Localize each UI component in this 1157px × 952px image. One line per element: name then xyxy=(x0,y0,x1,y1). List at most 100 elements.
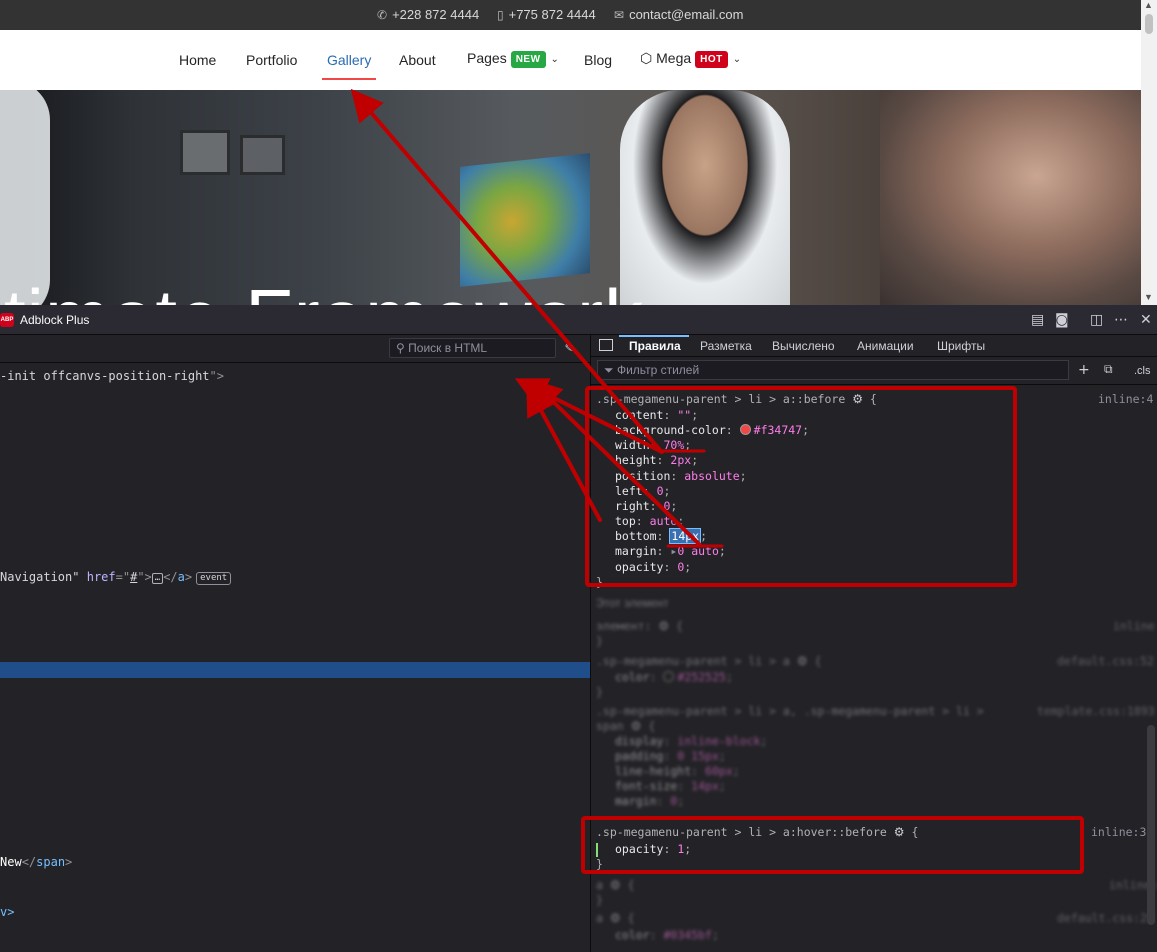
email-contact[interactable]: ✉ contact@email.com xyxy=(614,7,743,22)
nav-home-label: Home xyxy=(179,52,217,68)
envelope-icon: ✉ xyxy=(614,8,625,22)
hover-selector-text: .sp-megamenu-parent > li > a:hover::befo… xyxy=(596,825,887,839)
html-line[interactable]: Navigation" href="#">… </a> event xyxy=(0,570,232,585)
nav-item-pages[interactable]: Pages NEW ⌄ xyxy=(467,50,559,68)
declaration: padding: 0 15px; xyxy=(615,749,726,763)
event-badge[interactable]: event xyxy=(196,572,232,585)
tab-layout[interactable]: Разметка xyxy=(700,339,752,353)
declaration[interactable]: margin: ▸0 auto; xyxy=(615,544,726,558)
hover-rule-source[interactable]: inline:30 xyxy=(1091,825,1153,839)
blur-rule2-selector: .sp-megamenu-parent > li > a ⚙ { xyxy=(596,654,822,668)
codepen-icon: ⬡ xyxy=(640,51,653,67)
declaration[interactable]: content: ""; xyxy=(615,408,698,422)
new-badge: NEW xyxy=(510,51,546,68)
scroll-down-icon[interactable]: ▼ xyxy=(1144,292,1153,302)
tab-fonts[interactable]: Шрифты xyxy=(937,339,985,353)
element-rule: элемент: ⚙ { xyxy=(596,619,683,633)
eyedropper-icon[interactable]: ✎ xyxy=(565,340,573,356)
nav-item-about[interactable]: About xyxy=(399,52,436,68)
inline-editor-value[interactable]: 14px xyxy=(669,528,702,544)
hero-person-center xyxy=(620,90,790,305)
nav-item-blog[interactable]: Blog xyxy=(584,52,612,68)
gear-icon[interactable]: ⚙ xyxy=(852,392,863,406)
cls-toggle[interactable]: .cls xyxy=(1134,365,1151,377)
pseudo-class-icon[interactable]: ⧉ xyxy=(1104,362,1113,377)
declaration[interactable]: left: 0; xyxy=(615,484,670,498)
tab-rules[interactable]: Правила xyxy=(629,339,681,353)
declaration[interactable]: opacity: 0; xyxy=(615,560,691,574)
email-text: contact@email.com xyxy=(629,7,744,22)
html-search-placeholder: Поиск в HTML xyxy=(408,341,488,355)
phone-contact-2[interactable]: ▯ +775 872 4444 xyxy=(497,7,596,22)
close-icon[interactable]: ✕ xyxy=(1140,312,1152,328)
declaration-editing[interactable]: bottom: 14px; xyxy=(615,528,707,544)
nav-mega-label: Mega xyxy=(656,50,692,66)
rules-scrollbar[interactable] xyxy=(1147,725,1155,925)
blur-rule3-selector2: span ⚙ { xyxy=(596,719,656,733)
declaration[interactable]: right: 0; xyxy=(615,499,677,513)
filter-icon: ⏷ xyxy=(604,363,614,377)
style-filter-input[interactable]: ⏷ Фильтр стилей xyxy=(597,360,1069,380)
nav-item-gallery[interactable]: Gallery xyxy=(322,52,377,80)
html-line[interactable]: v> xyxy=(0,905,14,919)
filter-placeholder: Фильтр стилей xyxy=(616,363,700,377)
declaration[interactable]: opacity: 1; xyxy=(615,842,691,856)
rule-selector[interactable]: .sp-megamenu-parent > li > a::before ⚙ { xyxy=(596,392,877,406)
blur-rule3-source: template.css:1893 xyxy=(1037,704,1155,718)
hero-map-screen xyxy=(460,153,590,287)
declaration[interactable]: height: 2px; xyxy=(615,453,698,467)
declaration: color: #252525; xyxy=(615,670,733,684)
collapsed-children-icon[interactable]: … xyxy=(151,573,164,584)
selected-node-row[interactable] xyxy=(0,662,590,678)
hero-monitor-2 xyxy=(240,135,285,175)
nav-item-home[interactable]: Home xyxy=(179,52,216,68)
tab-computed[interactable]: Вычислено xyxy=(772,339,835,353)
scroll-up-icon[interactable]: ▲ xyxy=(1144,0,1153,10)
gear-icon[interactable]: ⚙ xyxy=(894,825,905,839)
html-line[interactable]: -init offcanvs-position-right"> xyxy=(0,369,224,383)
html-line[interactable]: New</span> xyxy=(0,855,72,869)
add-rule-icon[interactable]: + xyxy=(1078,362,1090,378)
nav-gallery-label: Gallery xyxy=(327,52,372,68)
declaration[interactable]: background-color: #f34747; xyxy=(615,423,809,437)
camera-icon[interactable]: ◙ xyxy=(1055,312,1069,328)
search-icon: ⚲ xyxy=(396,341,405,355)
page-scrollbar[interactable]: ▲ ▼ xyxy=(1141,0,1157,305)
clipboard-icon[interactable]: ▤ xyxy=(1031,312,1044,328)
toggle-panel-icon[interactable] xyxy=(599,339,613,351)
declaration: font-size: 14px; xyxy=(615,779,726,793)
devtools-toolbar: ABP Adblock Plus ▤ ◙ ◫ ⋯ ✕ xyxy=(0,305,1157,335)
main-navigation: Home Portfolio Gallery About Pages NEW ⌄ B… xyxy=(0,30,1141,90)
mobile-icon: ▯ xyxy=(497,8,504,22)
declaration: margin: 0; xyxy=(615,794,685,808)
nav-item-mega[interactable]: ⬡ Mega HOT ⌄ xyxy=(640,50,741,68)
hero-monitor-1 xyxy=(180,130,230,175)
hero-banner: timate Framework xyxy=(0,90,1141,305)
declaration[interactable]: position: absolute; xyxy=(615,469,747,483)
extension-tab-label[interactable]: Adblock Plus xyxy=(20,313,89,327)
phone-contact-1[interactable]: ✆ +228 872 4444 xyxy=(377,7,479,22)
adblock-plus-icon: ABP xyxy=(0,313,14,327)
nav-item-portfolio[interactable]: Portfolio xyxy=(246,52,297,68)
html-search-bar: ⚲ Поиск в HTML ✎ xyxy=(0,335,590,363)
declaration[interactable]: top: auto; xyxy=(615,514,684,528)
tab-animations[interactable]: Анимации xyxy=(857,339,914,353)
html-text-node: New xyxy=(0,855,22,869)
html-search-input[interactable]: ⚲ Поиск в HTML xyxy=(389,338,556,358)
html-closing-tag: span xyxy=(36,855,66,869)
hover-rule-selector[interactable]: .sp-megamenu-parent > li > a:hover::befo… xyxy=(596,825,918,839)
blur-rule2-source: default.css:52 xyxy=(1057,654,1154,668)
color-swatch[interactable] xyxy=(739,424,751,435)
phone-icon: ✆ xyxy=(377,8,388,22)
blur-rule5: a ⚙ { xyxy=(596,911,635,925)
declaration[interactable]: width: 70%; xyxy=(615,438,691,452)
rule1-source-link[interactable]: inline:4 xyxy=(1098,392,1153,406)
dock-icon[interactable]: ◫ xyxy=(1090,312,1103,328)
blur-rule5-source: default.css:28 xyxy=(1057,911,1154,925)
more-icon[interactable]: ⋯ xyxy=(1114,312,1128,328)
chevron-down-icon: ⌄ xyxy=(732,54,742,65)
page-scroll-thumb[interactable] xyxy=(1145,14,1153,34)
declaration: display: inline-block; xyxy=(615,734,768,748)
hero-person-right xyxy=(880,90,1141,305)
html-close-bracket: "> xyxy=(209,369,224,383)
